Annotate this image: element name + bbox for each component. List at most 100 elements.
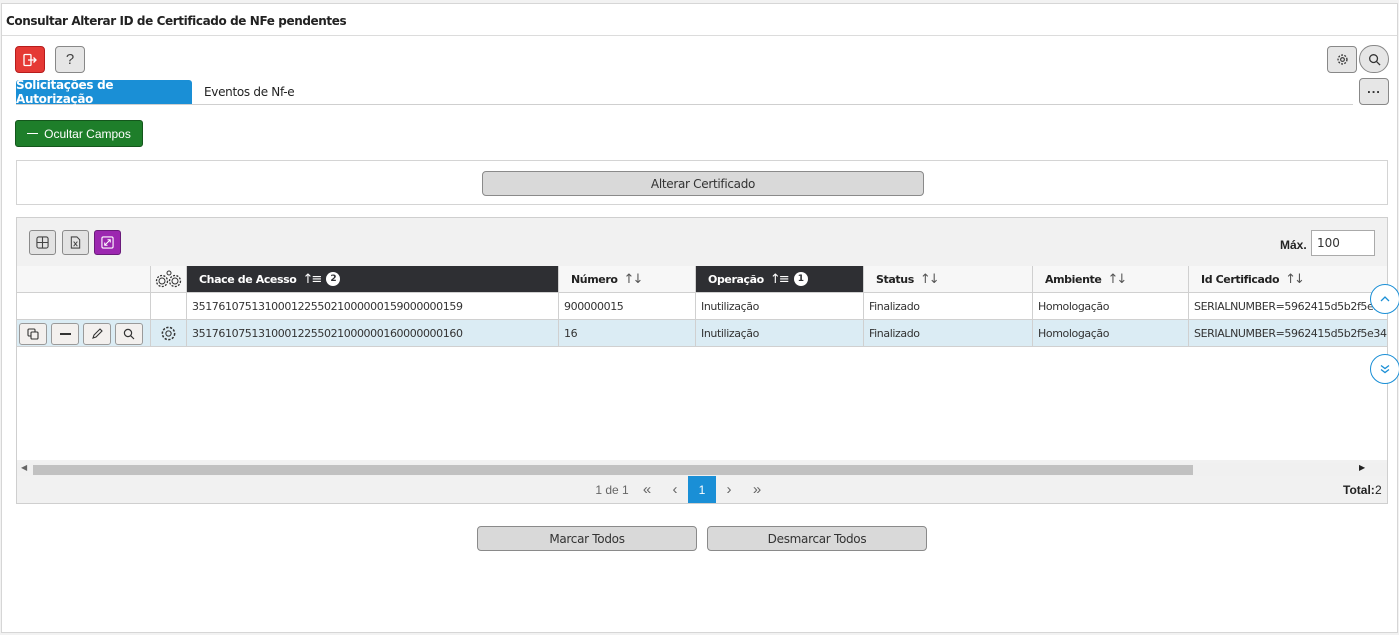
edit-button[interactable] [83, 323, 111, 345]
scroll-right-arrow-icon[interactable]: ▶ [1359, 463, 1365, 472]
header-id-certificado[interactable]: Id Certificado ↑↓ [1189, 266, 1387, 293]
minus-icon [59, 333, 71, 335]
tab-eventos-nfe[interactable]: Eventos de Nf-e [204, 80, 295, 104]
copy-icon [27, 328, 39, 340]
max-rows-input[interactable]: 100 [1311, 230, 1375, 256]
cell-id-certificado: SERIALNUMBER=5962415d5b2f5e349cd89f [1194, 300, 1387, 313]
header-operacao[interactable]: Operação ↑≡ 1 [696, 266, 864, 293]
header-label: Status [876, 272, 914, 286]
unmark-all-button[interactable]: Desmarcar Todos [707, 526, 927, 551]
total-value: 2 [1375, 483, 1382, 497]
max-label: Máx. [1280, 238, 1307, 252]
results-table: Chace de Acesso ↑≡ 2 Número ↑↓ Operação … [17, 266, 1387, 460]
sort-icon: ↑↓ [919, 271, 940, 287]
sort-icon: ↑↓ [1285, 271, 1305, 287]
help-icon: ? [65, 51, 75, 68]
more-icon: ... [1367, 80, 1381, 96]
table-row[interactable]: 3517610751310001225502100000015900000015… [17, 293, 1387, 320]
cell-numero: 16 [559, 320, 696, 347]
action-panel: Alterar Certificado [16, 160, 1388, 205]
header-actions [17, 266, 151, 293]
expand-icon [101, 236, 114, 249]
scroll-up-button[interactable] [1370, 284, 1399, 314]
scroll-down-button[interactable] [1370, 354, 1399, 384]
sort-order-badge: 2 [326, 272, 341, 286]
row-settings-cell[interactable] [151, 320, 187, 347]
cell-numero: 900000015 [559, 293, 696, 320]
search-icon [1368, 53, 1381, 66]
header-status[interactable]: Status ↑↓ [864, 266, 1033, 293]
cell-ambiente: Homologação [1033, 293, 1189, 320]
cell-operacao: Inutilização [696, 320, 864, 347]
cell-chave: 3517610751310001225502100000015900000015… [187, 293, 559, 320]
sort-icon: ↑↓ [623, 271, 644, 287]
cell-ambiente: Homologação [1033, 320, 1189, 347]
cell-operacao: Inutilização [696, 293, 864, 320]
minus-icon [27, 132, 39, 135]
sort-asc-icon: ↑≡ [302, 271, 322, 287]
search-icon [123, 328, 135, 340]
gear-icon [1336, 54, 1348, 65]
header-settings[interactable] [151, 266, 187, 293]
expand-button[interactable] [94, 230, 121, 255]
exit-button[interactable] [15, 46, 45, 73]
settings-button[interactable] [1327, 46, 1357, 73]
chevron-up-icon [1380, 296, 1390, 302]
columns-icon [36, 236, 49, 249]
columns-button[interactable] [29, 230, 56, 255]
header-numero[interactable]: Número ↑↓ [559, 266, 696, 293]
scrollbar-thumb[interactable] [33, 465, 1193, 475]
sort-order-badge: 1 [793, 272, 808, 286]
pagination: 1 de 1 « ‹ 1 › » Total: 2 [17, 476, 1387, 503]
cell-status: Finalizado [864, 293, 1033, 320]
header-label: Chace de Acesso [199, 272, 297, 286]
hide-fields-label: Ocultar Campos [44, 126, 131, 141]
header-ambiente[interactable]: Ambiente ↑↓ [1033, 266, 1189, 293]
sort-icon: ↑↓ [1107, 271, 1127, 287]
header-label: Id Certificado [1201, 272, 1280, 286]
export-excel-button[interactable] [62, 230, 89, 255]
horizontal-scrollbar[interactable]: ◀ ▶ [17, 463, 1387, 476]
alter-certificate-button[interactable]: Alterar Certificado [482, 171, 924, 196]
app-window: Consultar Alterar ID de Certificado de N… [1, 3, 1399, 633]
sort-asc-icon: ↑≡ [769, 271, 790, 287]
search-button[interactable] [1359, 45, 1389, 73]
header-label: Ambiente [1045, 272, 1102, 286]
excel-icon [70, 236, 81, 249]
total-label: Total: [1343, 483, 1375, 497]
double-chevron-down-icon [1380, 364, 1390, 374]
tab-bar: Solicitações de Autorização Eventos de N… [16, 78, 1353, 106]
cell-status: Finalizado [864, 320, 1033, 347]
data-grid: Máx. 100 Chace de Acesso ↑≡ 2 Número ↑↓ … [16, 217, 1388, 504]
help-button[interactable]: ? [55, 46, 85, 73]
header-label: Operação [708, 272, 764, 286]
page-summary: 1 de 1 [595, 482, 629, 497]
last-page-button[interactable]: » [745, 476, 769, 503]
scroll-left-arrow-icon[interactable]: ◀ [21, 463, 27, 472]
header-chave-acesso[interactable]: Chace de Acesso ↑≡ 2 [187, 266, 559, 293]
copy-button[interactable] [19, 323, 47, 345]
view-button[interactable] [115, 323, 143, 345]
row-actions-cell [17, 293, 151, 320]
pencil-icon [92, 328, 103, 339]
exit-icon [23, 53, 37, 66]
tab-solicitacoes-autorizacao[interactable]: Solicitações de Autorização [16, 78, 192, 106]
header-label: Número [571, 272, 618, 286]
cell-chave: 3517610751310001225502100000016000000016… [187, 320, 559, 347]
title-bar: Consultar Alterar ID de Certificado de N… [2, 4, 1397, 36]
gears-icon [155, 270, 181, 288]
more-options-button[interactable]: ... [1359, 78, 1389, 105]
row-settings-cell [151, 293, 187, 320]
cell-id-certificado: SERIALNUMBER=5962415d5b2f5e349cd89f [1194, 327, 1387, 340]
row-actions-cell [17, 320, 151, 347]
remove-button[interactable] [51, 323, 79, 345]
table-row[interactable]: 3517610751310001225502100000016000000016… [17, 320, 1387, 347]
window-title: Consultar Alterar ID de Certificado de N… [6, 14, 347, 28]
prev-page-button[interactable]: ‹ [663, 476, 687, 503]
next-page-button[interactable]: › [717, 476, 741, 503]
mark-all-button[interactable]: Marcar Todos [477, 526, 697, 551]
current-page-button[interactable]: 1 [688, 476, 716, 503]
gear-icon [161, 326, 176, 341]
hide-fields-button[interactable]: Ocultar Campos [15, 120, 143, 147]
first-page-button[interactable]: « [635, 476, 659, 503]
